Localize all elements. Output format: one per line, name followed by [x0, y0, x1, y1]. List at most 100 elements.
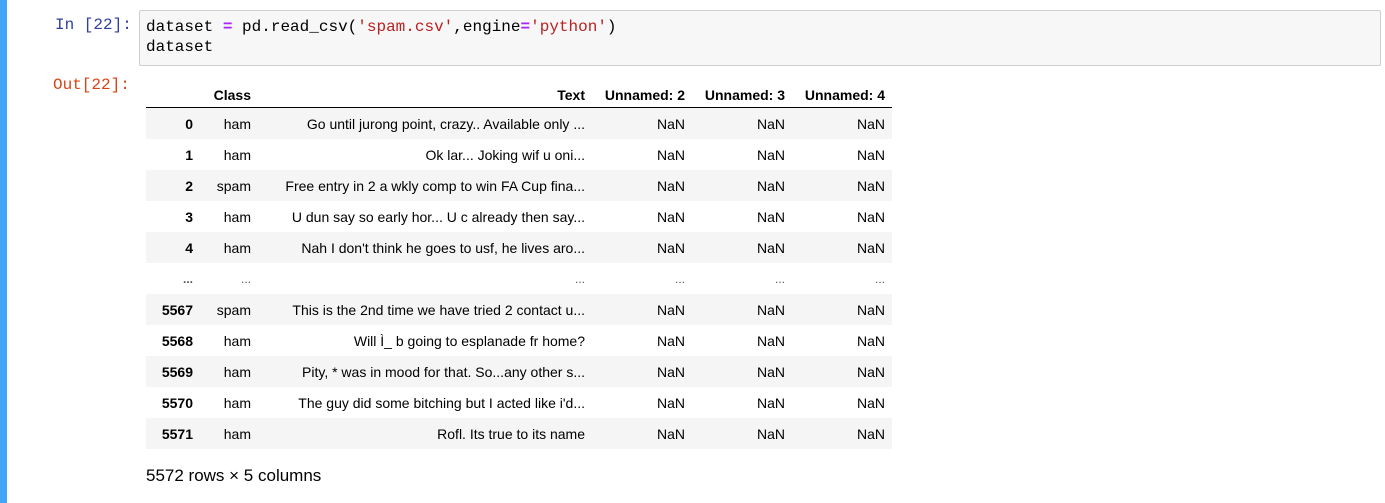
code-token-call: pd.read_csv(	[242, 18, 358, 36]
cell-unnamed-2: NaN	[656, 301, 685, 318]
cell-unnamed-3: NaN	[756, 425, 785, 442]
cell-text: Will Ì_ b going to esplanade fr home?	[353, 332, 585, 349]
cell-class: ham	[223, 208, 251, 225]
cell-unnamed-2: NaN	[656, 332, 685, 349]
table-row: 5570 ham The guy did some bitching but I…	[146, 387, 892, 418]
cell-text: Rofl. Its true to its name	[437, 425, 585, 442]
cell-class: ham	[223, 332, 251, 349]
table-row: 2 spam Free entry in 2 a wkly comp to wi…	[146, 170, 892, 201]
row-index: 5571	[161, 425, 193, 442]
cell-text: Nah I don't think he goes to usf, he liv…	[301, 239, 585, 256]
cell-text: Pity, * was in mood for that. So...any o…	[302, 363, 585, 380]
cell-class: ham	[223, 239, 251, 256]
row-index: 4	[185, 239, 193, 256]
dataframe-shape-info: 5572 rows × 5 columns	[146, 466, 322, 485]
cell-class: ham	[223, 146, 251, 163]
header-unnamed-2: Unnamed: 2	[592, 77, 692, 108]
cell-class: ham	[223, 425, 251, 442]
cell-unnamed-4: NaN	[856, 363, 885, 380]
row-index: 2	[185, 177, 193, 194]
cell-class: spam	[216, 301, 251, 318]
row-index: ...	[182, 271, 193, 286]
cell-unnamed-2: NaN	[656, 239, 685, 256]
cell-unnamed-3: NaN	[756, 208, 785, 225]
dataframe-table: Class Text Unnamed: 2 Unnamed: 3 Unnamed…	[146, 77, 892, 449]
cell-unnamed-4: ...	[874, 271, 885, 286]
header-class: Class	[200, 77, 258, 108]
row-index: 5570	[161, 394, 193, 411]
row-index: 1	[185, 146, 193, 163]
cell-class: spam	[216, 177, 251, 194]
table-row: 5567 spam This is the 2nd time we have t…	[146, 294, 892, 325]
cell-unnamed-3: NaN	[756, 239, 785, 256]
cell-unnamed-4: NaN	[856, 177, 885, 194]
row-index: 5568	[161, 332, 193, 349]
cell-unnamed-2: NaN	[656, 425, 685, 442]
table-row-ellipsis: ... ... ... ... ... ...	[146, 263, 892, 294]
cell-class: ham	[223, 394, 251, 411]
cell-unnamed-4: NaN	[856, 239, 885, 256]
cell-unnamed-3: NaN	[756, 177, 785, 194]
header-unnamed-4: Unnamed: 4	[792, 77, 892, 108]
cell-unnamed-4: NaN	[856, 208, 885, 225]
code-input-area[interactable]: dataset = pd.read_csv('spam.csv',engine=…	[139, 10, 1381, 66]
cell-unnamed-4: NaN	[856, 146, 885, 163]
table-row: 1 ham Ok lar... Joking wif u oni... NaN …	[146, 139, 892, 170]
cell-unnamed-3: NaN	[756, 394, 785, 411]
input-prompt: In [22]:	[55, 16, 132, 34]
code-token-kwarg: ,engine	[453, 18, 521, 36]
cell-unnamed-2: NaN	[656, 363, 685, 380]
row-index: 5569	[161, 363, 193, 380]
header-index	[146, 77, 200, 108]
code-token-operator-eq: =	[520, 18, 531, 36]
table-row: 0 ham Go until jurong point, crazy.. Ava…	[146, 107, 892, 139]
cell-unnamed-2: NaN	[656, 177, 685, 194]
table-row: 3 ham U dun say so early hor... U c alre…	[146, 201, 892, 232]
table-row: 5571 ham Rofl. Its true to its name NaN …	[146, 418, 892, 449]
header-unnamed-3: Unnamed: 3	[692, 77, 792, 108]
code-token-string-filename: 'spam.csv'	[357, 18, 454, 36]
cell-unnamed-3: ...	[774, 271, 785, 286]
cell-unnamed-4: NaN	[856, 115, 885, 132]
cell-text: This is the 2nd time we have tried 2 con…	[292, 301, 585, 318]
cell-class: ham	[223, 363, 251, 380]
cell-class: ham	[223, 115, 251, 132]
cell-unnamed-2: NaN	[656, 115, 685, 132]
code-token-close-paren: )	[606, 18, 617, 36]
cell-unnamed-2: NaN	[656, 394, 685, 411]
cell-unnamed-2: NaN	[656, 146, 685, 163]
cell-unnamed-4: NaN	[856, 332, 885, 349]
cell-text: Ok lar... Joking wif u oni...	[425, 146, 585, 163]
cell-unnamed-2: NaN	[656, 208, 685, 225]
selected-cell-indicator	[0, 0, 7, 503]
row-index: 5567	[161, 301, 193, 318]
cell-text: The guy did some bitching but I acted li…	[298, 394, 585, 411]
code-token-operator: =	[222, 18, 233, 36]
cell-class: ...	[240, 271, 251, 286]
header-text: Text	[258, 77, 592, 108]
cell-unnamed-3: NaN	[756, 332, 785, 349]
row-index: 3	[185, 208, 193, 225]
cell-text: Free entry in 2 a wkly comp to win FA Cu…	[285, 177, 585, 194]
table-row: 4 ham Nah I don't think he goes to usf, …	[146, 232, 892, 263]
cell-unnamed-3: NaN	[756, 146, 785, 163]
table-row: 5568 ham Will Ì_ b going to esplanade fr…	[146, 325, 892, 356]
cell-unnamed-3: NaN	[756, 301, 785, 318]
table-row: 5569 ham Pity, * was in mood for that. S…	[146, 356, 892, 387]
code-line-2: dataset	[146, 38, 214, 56]
cell-unnamed-4: NaN	[856, 425, 885, 442]
cell-unnamed-4: NaN	[856, 301, 885, 318]
code-token-string-engine: 'python'	[530, 18, 607, 36]
cell-unnamed-2: ...	[674, 271, 685, 286]
output-prompt: Out[22]:	[53, 76, 130, 94]
code-editor[interactable]: dataset = pd.read_csv('spam.csv',engine=…	[146, 17, 617, 57]
cell-text: U dun say so early hor... U c already th…	[291, 208, 585, 225]
cell-unnamed-3: NaN	[756, 363, 785, 380]
code-token-variable: dataset	[146, 18, 214, 36]
cell-unnamed-3: NaN	[756, 115, 785, 132]
row-index: 0	[185, 115, 193, 132]
table-header-row: Class Text Unnamed: 2 Unnamed: 3 Unnamed…	[146, 77, 892, 108]
cell-text: ...	[574, 271, 585, 286]
cell-text: Go until jurong point, crazy.. Available…	[306, 115, 585, 132]
cell-unnamed-4: NaN	[856, 394, 885, 411]
